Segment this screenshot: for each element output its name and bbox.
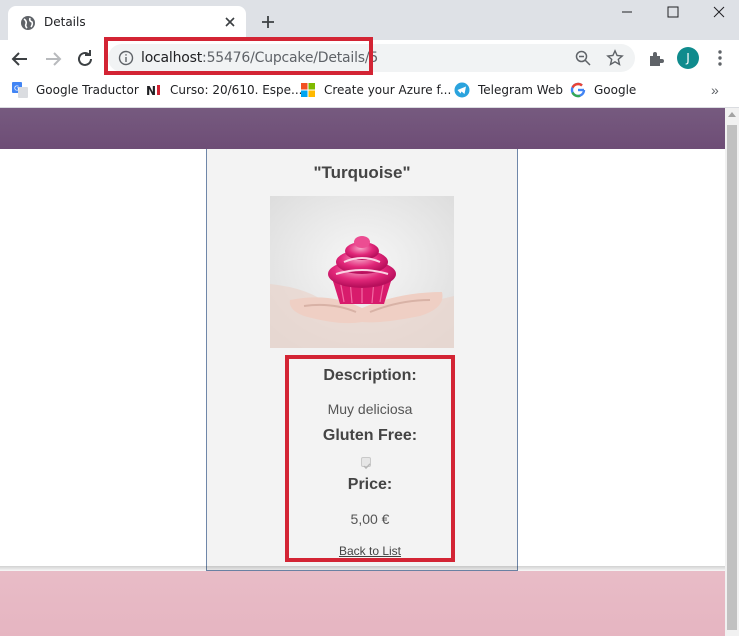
tab-details[interactable]: Details bbox=[8, 6, 246, 40]
scrollbar-thumb[interactable] bbox=[727, 125, 737, 630]
description-label: Description: bbox=[323, 367, 417, 384]
svg-text:G: G bbox=[14, 85, 19, 93]
globe-icon bbox=[21, 16, 35, 30]
back-to-list-link[interactable]: Back to List bbox=[289, 544, 451, 558]
google-g-icon bbox=[570, 82, 586, 98]
cupcake-photo bbox=[270, 196, 454, 348]
tab-strip: Details bbox=[0, 0, 739, 40]
price-value: 5,00 € bbox=[350, 511, 390, 527]
gluten-free-checkbox bbox=[361, 457, 371, 470]
ni-logo-icon: N bbox=[146, 84, 160, 98]
site-header-bar bbox=[0, 108, 725, 149]
reload-icon[interactable] bbox=[74, 48, 96, 70]
site-footer-bar bbox=[0, 571, 725, 636]
star-icon[interactable] bbox=[606, 49, 624, 67]
back-arrow-icon[interactable] bbox=[9, 48, 31, 70]
page-viewport: "Turquoise" Description: Muy deliciosa G… bbox=[0, 108, 725, 636]
bookmarks-overflow-chevron[interactable]: » bbox=[711, 82, 719, 98]
extensions-puzzle-icon[interactable] bbox=[647, 50, 665, 68]
kebab-menu-icon[interactable] bbox=[712, 49, 728, 67]
google-translate-icon: G bbox=[12, 82, 28, 98]
minimize-icon[interactable] bbox=[604, 0, 650, 28]
window-close-icon[interactable] bbox=[696, 0, 739, 28]
bookmarks-bar: G Google Traductor N Curso: 20/610. Espe… bbox=[0, 76, 739, 104]
telegram-icon bbox=[454, 82, 470, 98]
close-icon[interactable] bbox=[222, 14, 238, 30]
bookmark-label: Google bbox=[594, 83, 637, 97]
scroll-up-arrow-icon[interactable] bbox=[728, 112, 736, 117]
gluten-free-label: Gluten Free: bbox=[322, 427, 418, 444]
svg-text:N: N bbox=[146, 84, 156, 98]
bookmark-label: Curso: 20/610. Espe... bbox=[170, 83, 303, 97]
product-title: "Turquoise" bbox=[313, 163, 411, 182]
description-value: Muy deliciosa bbox=[327, 401, 413, 417]
price-label: Price: bbox=[347, 476, 393, 493]
bookmark-label: Telegram Web bbox=[478, 83, 563, 97]
maximize-icon[interactable] bbox=[650, 0, 696, 28]
new-tab-plus-icon[interactable] bbox=[259, 13, 277, 31]
details-highlight-box: Description: Muy deliciosa Gluten Free: … bbox=[285, 355, 455, 562]
url-highlight-box bbox=[104, 37, 373, 75]
bookmark-label: Create your Azure f... bbox=[324, 83, 452, 97]
tab-title: Details bbox=[44, 15, 86, 29]
forward-arrow-icon[interactable] bbox=[42, 48, 64, 70]
bookmark-label: Google Traductor bbox=[36, 83, 139, 97]
check-icon bbox=[363, 463, 371, 470]
microsoft-logo-icon bbox=[301, 83, 315, 97]
details-card: "Turquoise" Description: Muy deliciosa G… bbox=[206, 149, 518, 571]
profile-avatar[interactable]: J bbox=[677, 47, 699, 69]
zoom-out-icon[interactable] bbox=[575, 50, 591, 66]
vertical-scrollbar[interactable] bbox=[725, 108, 739, 636]
